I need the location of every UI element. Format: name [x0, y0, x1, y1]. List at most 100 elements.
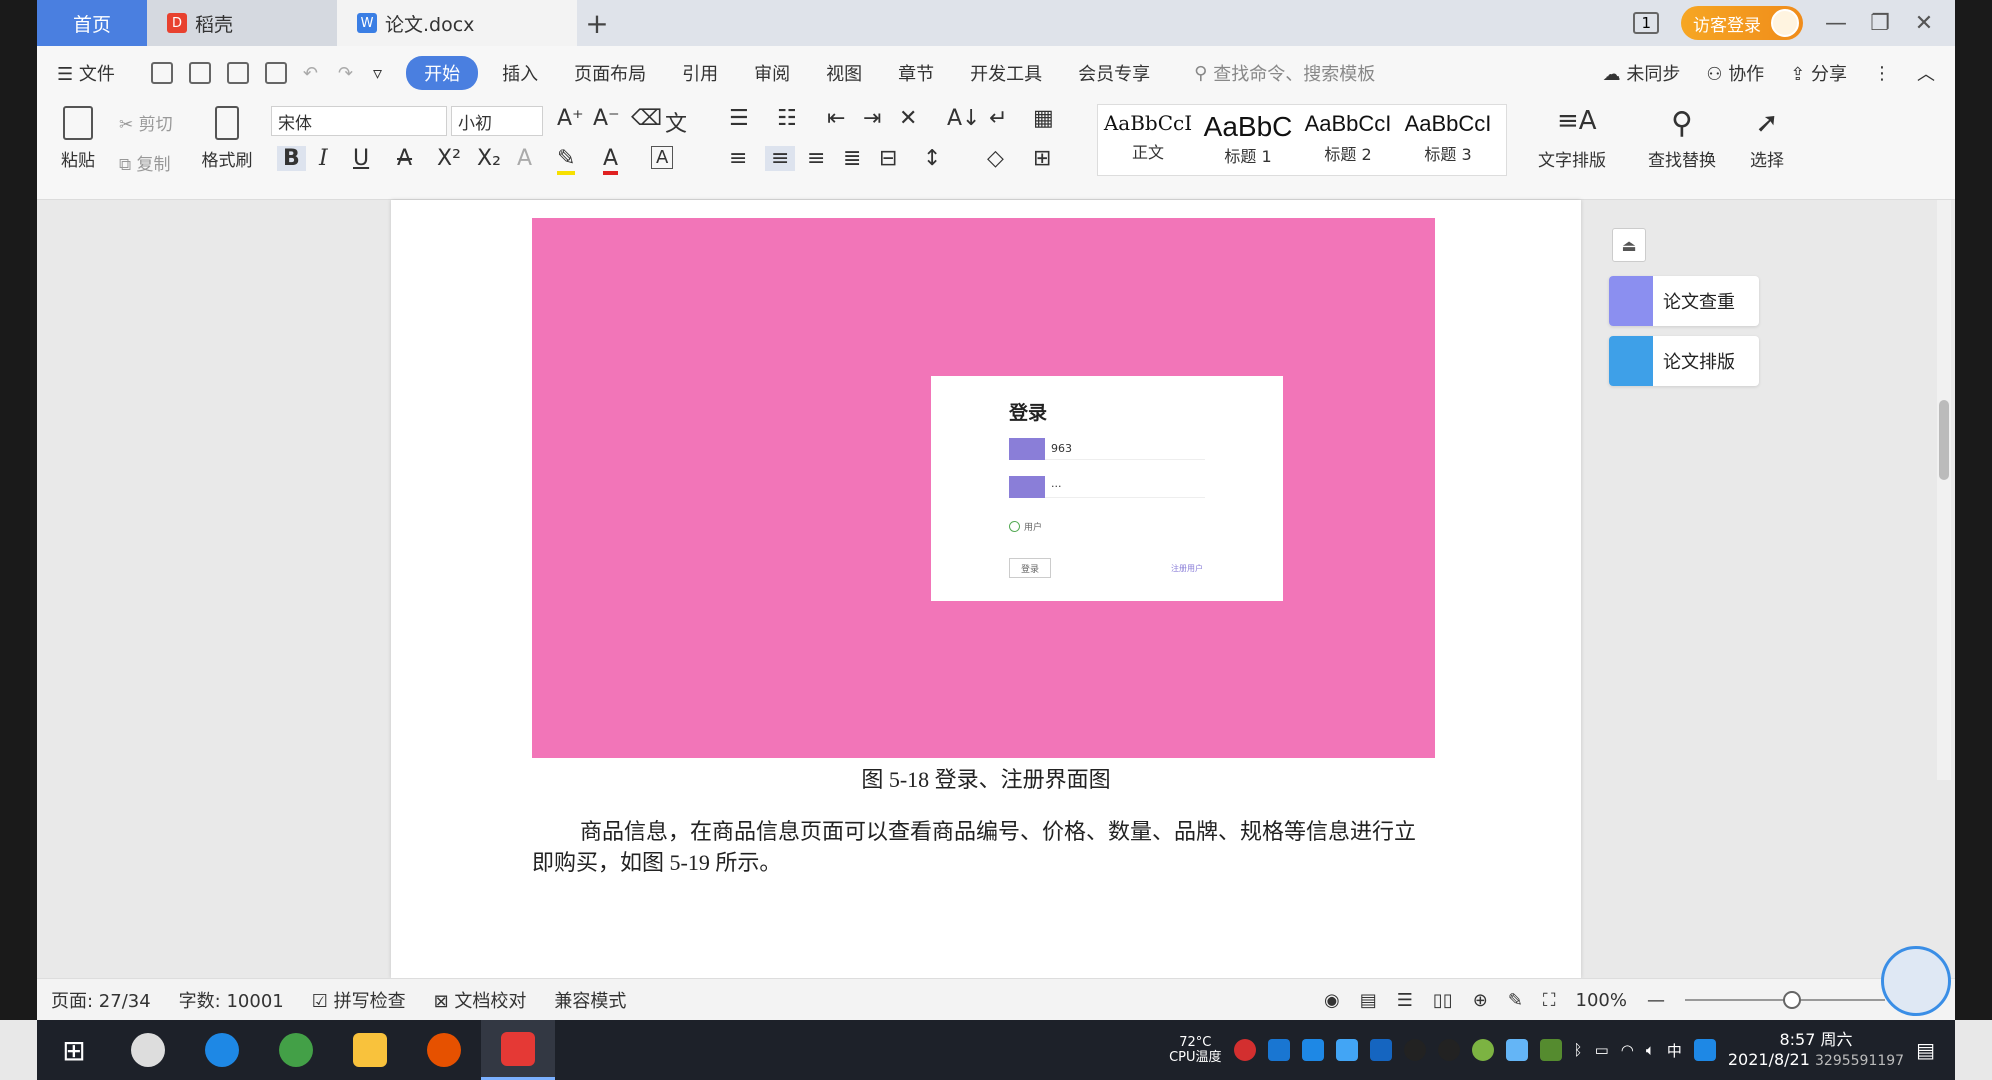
taskbar-wps[interactable] — [481, 1020, 555, 1080]
bold-icon[interactable]: B — [277, 146, 306, 171]
tray-app-icon[interactable] — [1505, 1039, 1528, 1061]
spell-check-button[interactable]: ☑ 拼写检查 — [312, 987, 406, 1013]
grow-font-icon[interactable]: A⁺ — [557, 106, 584, 131]
file-menu[interactable]: ☰ 文件 — [57, 60, 115, 86]
borders-icon[interactable]: ⊞ — [1033, 146, 1051, 171]
tab-home[interactable]: 首页 — [37, 0, 147, 46]
taskbar-app-1[interactable] — [111, 1020, 185, 1080]
visitor-login-button[interactable]: 访客登录 — [1681, 6, 1803, 40]
tab-developer[interactable]: 开发工具 — [970, 60, 1042, 86]
input-method-icon[interactable] — [1693, 1039, 1716, 1061]
close-icon[interactable]: ✕ — [1913, 11, 1935, 36]
cpu-temp-widget[interactable]: 72°C CPU温度 — [1169, 1035, 1221, 1065]
tab-insert[interactable]: 插入 — [502, 60, 538, 86]
tray-app-icon[interactable] — [1233, 1039, 1256, 1061]
tab-review[interactable]: 审阅 — [754, 60, 790, 86]
copy-button[interactable]: ⧉ 复制 — [119, 150, 171, 175]
style-heading-2[interactable]: AaBbCcI 标题 2 — [1298, 105, 1398, 175]
increase-indent-icon[interactable]: ⇥ — [863, 106, 881, 131]
taskbar-app-5[interactable] — [407, 1020, 481, 1080]
sort-icon[interactable]: A↓ — [947, 106, 980, 131]
notification-icon[interactable]: ▤ — [1916, 1038, 1935, 1062]
page-view-icon[interactable]: ▤ — [1360, 990, 1377, 1011]
format-painter-button[interactable]: 格式刷 — [197, 106, 257, 171]
page-indicator[interactable]: 页面: 27/34 — [51, 987, 151, 1013]
paste-button[interactable]: 粘贴 — [53, 106, 103, 171]
eye-protect-icon[interactable]: ◉ — [1324, 990, 1340, 1011]
tab-page-layout[interactable]: 页面布局 — [574, 60, 646, 86]
tray-app-icon[interactable] — [1335, 1039, 1358, 1061]
print-icon[interactable] — [226, 62, 249, 84]
ime-indicator[interactable]: 中 — [1667, 1040, 1682, 1061]
doc-proof-button[interactable]: ⊠ 文档校对 — [434, 987, 527, 1013]
show-marks-icon[interactable]: ↵ — [989, 106, 1007, 131]
read-view-icon[interactable]: ▯▯ — [1433, 990, 1453, 1011]
clear-format-icon[interactable]: ⌫ — [631, 106, 662, 131]
zoom-level[interactable]: 100% — [1576, 990, 1627, 1011]
tray-app-icon[interactable] — [1267, 1039, 1290, 1061]
outline-view-icon[interactable]: ☰ — [1397, 990, 1413, 1011]
wifi-icon[interactable]: ◠ — [1621, 1041, 1634, 1059]
bullet-list-icon[interactable]: ☰ — [729, 106, 749, 131]
phonetic-icon[interactable]: 文 — [665, 106, 687, 138]
text-layout-button[interactable]: ≡A 文字排版 — [1527, 106, 1617, 171]
fit-page-icon[interactable]: ⛶ — [1543, 990, 1556, 1011]
scrollbar-thumb[interactable] — [1939, 400, 1949, 480]
restore-icon[interactable]: ❐ — [1869, 11, 1891, 36]
italic-icon[interactable]: I — [319, 146, 328, 171]
print-preview-icon[interactable] — [264, 62, 287, 84]
new-tab-button[interactable]: + — [577, 0, 617, 46]
align-left-icon[interactable]: ≡ — [729, 146, 747, 171]
window-count-icon[interactable]: 1 — [1633, 12, 1659, 34]
taskbar-browser[interactable] — [259, 1020, 333, 1080]
char-border-icon[interactable]: A — [651, 146, 674, 169]
font-size-select[interactable]: 小初 — [451, 106, 543, 136]
write-mode-icon[interactable]: ✎ — [1508, 990, 1523, 1011]
zoom-slider[interactable] — [1685, 991, 1885, 1009]
document-page[interactable]: 登录 963 ··· 用户 登录 注册用户 图 5-18 登录、注册界面图 商品… — [391, 200, 1581, 978]
clock[interactable]: 8:57 周六 2021/8/21 3295591197 — [1728, 1030, 1904, 1071]
taskbar-explorer[interactable] — [333, 1020, 407, 1080]
tab-section[interactable]: 章节 — [898, 60, 934, 86]
align-right-icon[interactable]: ≡ — [807, 146, 825, 171]
command-search[interactable]: ⚲ 查找命令、搜索模板 — [1194, 60, 1375, 86]
assistant-robot-icon[interactable] — [1881, 946, 1951, 1016]
minimize-icon[interactable]: — — [1825, 11, 1847, 36]
tab-start[interactable]: 开始 — [406, 56, 479, 90]
underline-icon[interactable]: U — [353, 146, 369, 171]
style-normal[interactable]: AaBbCcI 正文 — [1098, 105, 1198, 175]
style-heading-1[interactable]: AaBbC 标题 1 — [1198, 105, 1298, 175]
superscript-icon[interactable]: X² — [437, 146, 461, 171]
numbered-list-icon[interactable]: ☷ — [777, 106, 797, 131]
font-family-select[interactable]: 宋体 — [271, 106, 447, 136]
tab-view[interactable]: 视图 — [826, 60, 862, 86]
bluetooth-icon[interactable]: ᛒ — [1574, 1041, 1583, 1059]
table-tool-icon[interactable]: ▦ — [1033, 106, 1054, 131]
nvidia-icon[interactable] — [1539, 1039, 1562, 1061]
tab-docer[interactable]: D 稻壳 — [147, 0, 337, 46]
tray-app-icon[interactable] — [1471, 1039, 1494, 1061]
font-color-icon[interactable]: A — [603, 146, 619, 175]
vertical-scrollbar[interactable] — [1937, 200, 1951, 780]
chinese-layout-icon[interactable]: ✕ — [899, 106, 917, 131]
format-painter-quick-icon[interactable] — [188, 62, 211, 84]
undo-icon[interactable]: ↶ — [303, 63, 318, 84]
tray-app-icon[interactable] — [1301, 1039, 1324, 1061]
paper-layout-button[interactable]: 论文排版 — [1609, 336, 1759, 386]
align-center-icon[interactable]: ≡ — [765, 146, 796, 171]
volume-icon[interactable]: 🔈︎ — [1646, 1041, 1655, 1059]
side-panel-collapse-icon[interactable]: ⏏ — [1612, 228, 1646, 262]
subscript-icon[interactable]: X₂ — [477, 146, 501, 171]
quick-access-dropdown-icon[interactable]: ▿ — [373, 63, 382, 84]
text-effect-icon[interactable]: A — [517, 146, 532, 171]
find-replace-button[interactable]: ⚲ 查找替换 — [1637, 106, 1727, 171]
tab-member[interactable]: 会员专享 — [1078, 60, 1150, 86]
battery-icon[interactable]: ▭ — [1595, 1041, 1609, 1059]
select-button[interactable]: ➚ 选择 — [1737, 106, 1797, 171]
justify-icon[interactable]: ≣ — [843, 146, 861, 171]
paper-check-button[interactable]: 论文查重 — [1609, 276, 1759, 326]
shrink-font-icon[interactable]: A⁻ — [593, 106, 620, 131]
tab-references[interactable]: 引用 — [682, 60, 718, 86]
qq-icon[interactable] — [1403, 1039, 1426, 1061]
web-view-icon[interactable]: ⊕ — [1473, 990, 1488, 1011]
